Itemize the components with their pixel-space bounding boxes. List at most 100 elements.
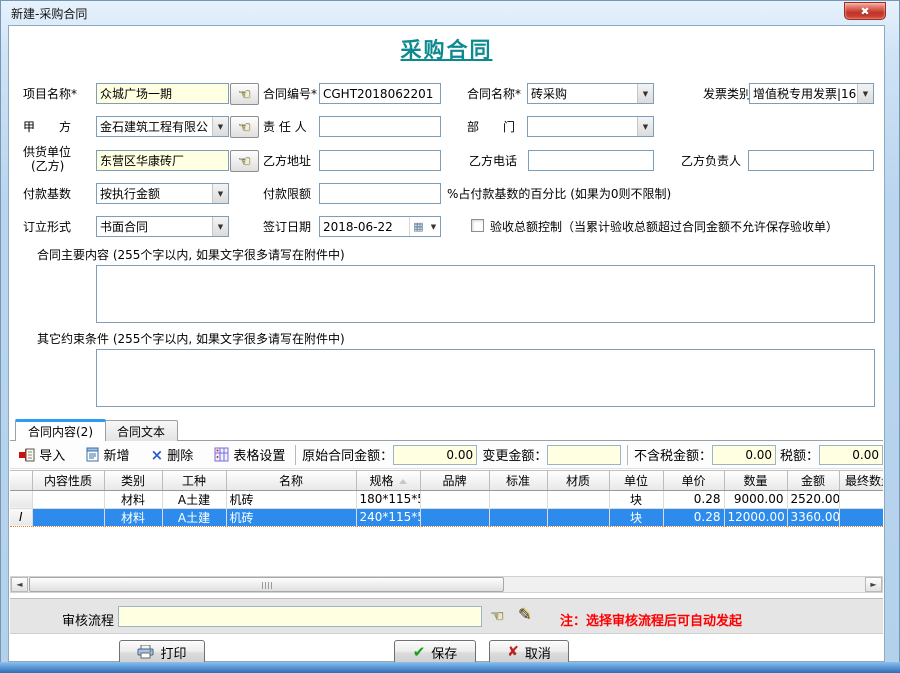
invoice-type-select[interactable]: 增值税专用发票|16 ▼: [749, 83, 874, 104]
import-button[interactable]: 导入: [15, 443, 69, 466]
sign-date-picker[interactable]: 2018-06-22 ▦ ▼: [319, 216, 441, 237]
invoice-type-label: 发票类别: [703, 87, 751, 101]
scrollbar-thumb[interactable]: [29, 577, 504, 592]
col-header-standard[interactable]: 标准: [489, 471, 547, 490]
untaxed-amount-field[interactable]: [712, 445, 776, 465]
col-header-price[interactable]: 单价: [663, 471, 724, 490]
review-browse-button[interactable]: ☜: [490, 606, 504, 625]
dialog-body: 采购合同 项目名称* ☜ 合同编号* 合同名称* 砖采购 ▼ 发票类别 增值税专…: [8, 25, 885, 662]
party-b-phone-label: 乙方电话: [469, 154, 517, 168]
col-header-trade[interactable]: 工种: [162, 471, 226, 490]
party-b-phone-input[interactable]: [528, 150, 654, 171]
responsible-label: 责 任 人: [263, 120, 307, 134]
contract-name-label: 合同名称*: [467, 87, 521, 101]
tab-contract-text[interactable]: 合同文本: [104, 420, 178, 441]
sign-date-label: 签订日期: [263, 220, 311, 234]
acceptance-control-checkbox[interactable]: [471, 219, 484, 232]
chevron-down-icon: ▼: [212, 184, 228, 203]
printer-icon: [137, 645, 154, 659]
toolbar-separator: [627, 445, 628, 465]
cancel-button[interactable]: ✘ 取消: [489, 640, 569, 664]
project-browse-button[interactable]: ☜: [230, 83, 259, 105]
grid-row-2-selected[interactable]: I 材料 A土建 机砖 240*115*53 块 0.28 12000.00 3…: [10, 508, 883, 526]
grid-header-row: 内容性质 类别 工种 名称 规格 品牌 标准 材质 单位 单价 数量 金额 最终…: [10, 471, 883, 490]
chevron-down-icon: ▼: [637, 117, 653, 136]
contract-no-label: 合同编号*: [263, 87, 317, 101]
edit-pencil-icon: ✎: [518, 605, 531, 624]
supplier-browse-button[interactable]: ☜: [230, 150, 259, 172]
review-flow-input[interactable]: [118, 606, 482, 627]
change-amount-field[interactable]: [547, 445, 621, 465]
scrollbar-grip-icon: [262, 582, 272, 589]
department-label: 部 门: [467, 120, 515, 134]
review-flow-label: 审核流程: [62, 610, 114, 629]
payment-base-select[interactable]: 按执行金额 ▼: [96, 183, 229, 204]
grid-corner-cell: [10, 471, 32, 490]
grid-row-1[interactable]: 材料 A土建 机砖 180*115*53 块 0.28 9000.00 2520…: [10, 490, 883, 508]
col-header-brand[interactable]: 品牌: [420, 471, 489, 490]
contract-name-select[interactable]: 砖采购 ▼: [527, 83, 654, 104]
print-button[interactable]: 打印: [119, 640, 205, 664]
scroll-left-button[interactable]: ◄: [11, 577, 28, 592]
col-header-material[interactable]: 材质: [547, 471, 609, 490]
review-flow-band: 审核流程 ☜ ✎ 注：选择审核流程后可自动发起: [10, 598, 883, 634]
col-header-final-qty[interactable]: 最终数量: [839, 471, 883, 490]
chevron-down-icon: ▼: [427, 217, 440, 236]
scroll-right-icon: ►: [870, 580, 876, 589]
party-b-manager-input[interactable]: [748, 150, 874, 171]
original-amount-field[interactable]: [393, 445, 477, 465]
party-b-address-input[interactable]: [319, 150, 441, 171]
contract-no-input[interactable]: [319, 83, 441, 104]
row-indicator: I: [10, 508, 32, 526]
chevron-down-icon: ▼: [212, 217, 228, 236]
conclude-form-select[interactable]: 书面合同 ▼: [96, 216, 229, 237]
close-button[interactable]: ✖: [844, 2, 886, 20]
browse-hand-icon: ☜: [490, 606, 504, 625]
add-button[interactable]: 新增: [82, 443, 133, 466]
close-icon: ✖: [860, 5, 869, 18]
review-edit-button[interactable]: ✎: [518, 605, 531, 624]
supplier-input[interactable]: [96, 150, 229, 171]
party-b-manager-label: 乙方负责人: [681, 154, 741, 168]
toolbar-separator: [295, 445, 296, 465]
project-input[interactable]: [96, 83, 229, 104]
import-icon: [19, 448, 35, 462]
col-header-qty[interactable]: 数量: [724, 471, 787, 490]
payment-base-label: 付款基数: [23, 187, 71, 201]
project-label: 项目名称*: [23, 87, 77, 101]
tax-amount-field[interactable]: [819, 445, 883, 465]
col-header-nature[interactable]: 内容性质: [32, 471, 104, 490]
party-a-select[interactable]: 金石建筑工程有限公 ▼: [96, 116, 229, 137]
main-content-label: 合同主要内容 (255个字以内, 如果文字很多请写在附件中): [37, 248, 345, 262]
acceptance-control-label: 验收总额控制（当累计验收总额超过合同金额不允许保存验收单）: [490, 220, 838, 234]
chevron-down-icon: ▼: [637, 84, 653, 103]
chevron-down-icon: ▼: [857, 84, 873, 103]
col-header-spec[interactable]: 规格: [356, 471, 420, 490]
delete-button[interactable]: × 删除: [147, 443, 198, 466]
change-amount-label: 变更金额：: [482, 445, 547, 464]
supplier-label: 供货单位 (乙方): [23, 145, 71, 173]
scroll-right-button[interactable]: ►: [865, 577, 882, 592]
browse-hand-icon: ☜: [238, 152, 251, 170]
calendar-icon: ▦: [409, 217, 427, 236]
col-header-name[interactable]: 名称: [226, 471, 356, 490]
grid-toolbar: 导入 新增 × 删除 表格设置 原始合同金额： 变更金额： 不含税金额：: [10, 441, 883, 469]
contract-items-grid: 内容性质 类别 工种 名称 规格 品牌 标准 材质 单位 单价 数量 金额 最终…: [10, 470, 883, 576]
party-a-label: 甲 方: [23, 120, 71, 134]
tab-contract-content[interactable]: 合同内容(2): [15, 419, 106, 441]
window-bottom-edge: [0, 662, 900, 673]
main-content-textarea[interactable]: [96, 265, 875, 323]
save-button[interactable]: ✔ 保存: [394, 640, 476, 664]
party-a-browse-button[interactable]: ☜: [230, 116, 259, 138]
other-terms-textarea[interactable]: [96, 349, 875, 407]
conclude-form-label: 订立形式: [23, 220, 71, 234]
col-header-amount[interactable]: 金额: [787, 471, 839, 490]
party-b-address-label: 乙方地址: [263, 154, 311, 168]
col-header-unit[interactable]: 单位: [609, 471, 663, 490]
department-select[interactable]: ▼: [527, 116, 654, 137]
table-settings-button[interactable]: 表格设置: [210, 443, 289, 466]
horizontal-scrollbar[interactable]: ◄ ►: [10, 576, 883, 593]
payment-limit-input[interactable]: [319, 183, 441, 204]
col-header-category[interactable]: 类别: [104, 471, 162, 490]
responsible-input[interactable]: [319, 116, 441, 137]
